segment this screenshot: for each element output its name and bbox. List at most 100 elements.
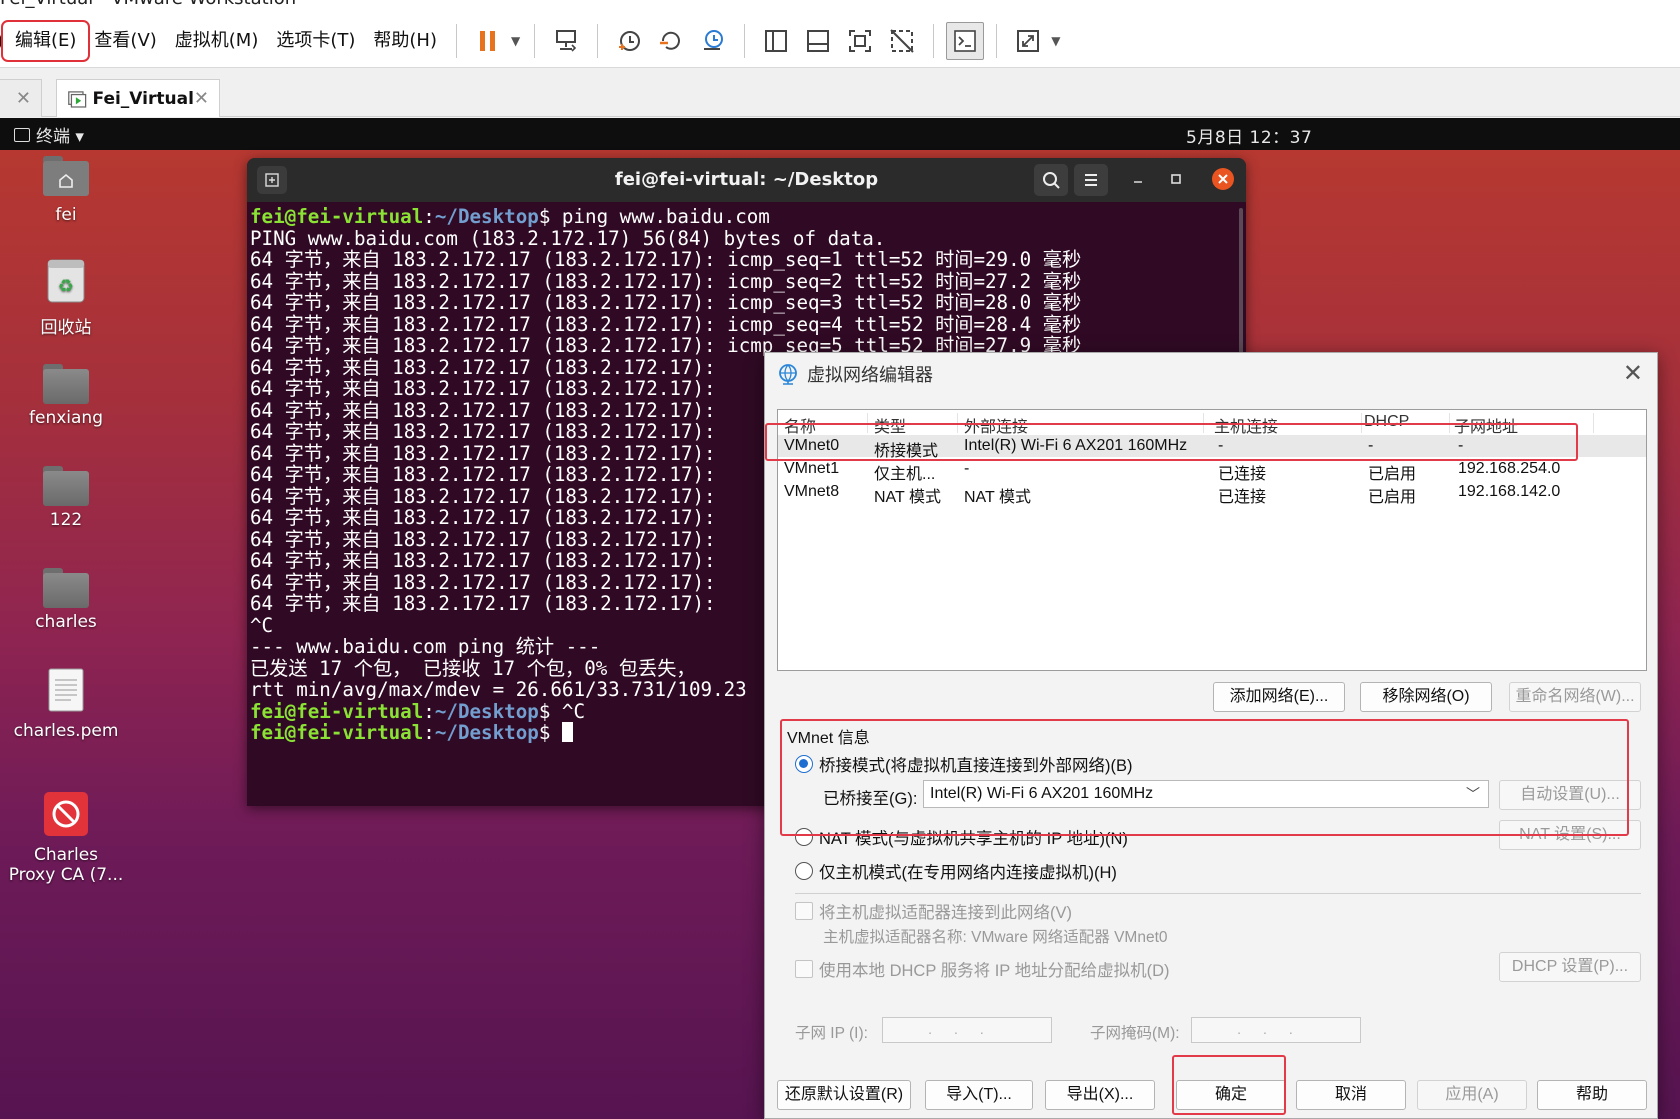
- tab-home[interactable]: ✕: [0, 79, 42, 117]
- dialog-close-icon[interactable]: ✕: [1623, 359, 1643, 388]
- menu-vm[interactable]: 虚拟机(M): [166, 25, 268, 57]
- close-button[interactable]: [1212, 168, 1234, 190]
- window-title: Fei_Virtual - VMware Workstation: [0, 0, 296, 9]
- suspend-dropdown-icon[interactable]: ▼: [511, 34, 520, 48]
- column-header[interactable]: DHCP: [1364, 413, 1450, 433]
- subnet-mask-input[interactable]: ...: [1191, 1017, 1361, 1043]
- export-button[interactable]: 导出(X)...: [1045, 1080, 1155, 1110]
- use-local-dhcp-checkbox[interactable]: 使用本地 DHCP 服务将 IP 地址分配给虚拟机(D): [795, 957, 1170, 981]
- restore-defaults-button[interactable]: 还原默认设置(R): [777, 1080, 911, 1110]
- host-only-mode-radio[interactable]: 仅主机模式(在专用网络内连接虚拟机)(H): [795, 859, 1117, 883]
- console-view-button[interactable]: [946, 21, 985, 60]
- desktop-icon-charles-proxy-ca[interactable]: Charles Proxy CA (7...: [6, 772, 126, 905]
- tab-label: Fei_Virtual: [92, 88, 194, 109]
- terminal-line: fei@fei-virtual:~/Desktop$ ping www.baid…: [250, 205, 770, 228]
- bridged-mode-radio[interactable]: 桥接模式(将虚拟机直接连接到外部网络)(B): [795, 752, 1132, 776]
- column-header[interactable]: 类型: [874, 413, 958, 436]
- desktop-icon-charles[interactable]: charles: [6, 568, 126, 632]
- hamburger-icon: [1085, 174, 1097, 186]
- desktop-icon-122[interactable]: 122: [6, 466, 126, 530]
- table-cell: 192.168.254.0: [1458, 460, 1561, 477]
- nat-mode-radio[interactable]: NAT 模式(与虚拟机共享主机的 IP 地址)(N): [795, 825, 1128, 849]
- ok-button[interactable]: 确定: [1176, 1080, 1286, 1110]
- vmware-tabbar: ✕ Fei_Virtual ✕: [0, 69, 1680, 117]
- pause-icon: [480, 30, 495, 51]
- menu-view[interactable]: 查看(V): [85, 25, 165, 57]
- table-cell: 已启用: [1368, 489, 1417, 506]
- thumbnail-layout-icon: [807, 29, 830, 52]
- show-thumbnail-button[interactable]: [799, 22, 837, 60]
- connect-host-adapter-checkbox[interactable]: 将主机虚拟适配器连接到此网络(V): [795, 899, 1072, 923]
- cancel-button[interactable]: 取消: [1296, 1080, 1406, 1110]
- maximize-button[interactable]: [1165, 168, 1187, 190]
- import-button[interactable]: 导入(T)...: [925, 1080, 1033, 1110]
- snapshot-manager-icon: [704, 29, 724, 50]
- bridged-to-select[interactable]: Intel(R) Wi-Fi 6 AX201 160MHz ﹀: [923, 780, 1489, 808]
- column-header[interactable]: 名称: [784, 413, 868, 436]
- table-header: 名称 类型 外部连接 主机连接 DHCP 子网地址: [778, 412, 1646, 436]
- toolbar-separator: [597, 23, 599, 58]
- revert-snapshot-button[interactable]: [652, 22, 690, 60]
- unity-off-icon: [890, 28, 914, 53]
- radio-label: NAT 模式(与虚拟机共享主机的 IP 地址)(N): [819, 830, 1128, 848]
- toolbar-separator: [996, 23, 998, 58]
- menu-edit[interactable]: 编辑(E): [0, 19, 91, 62]
- tab-fei-virtual[interactable]: Fei_Virtual ✕: [56, 79, 220, 117]
- svg-text:♻: ♻: [58, 276, 74, 297]
- unity-button[interactable]: [883, 22, 921, 60]
- app-menu[interactable]: 终端 ▾: [14, 122, 84, 147]
- radio-selected-icon: [795, 755, 813, 773]
- terminal-app-icon: [14, 127, 30, 142]
- column-header[interactable]: 外部连接: [964, 413, 1204, 436]
- menu-help[interactable]: 帮助(H): [364, 25, 446, 57]
- network-table[interactable]: 名称 类型 外部连接 主机连接 DHCP 子网地址 VMnet0 桥接模式 In…: [777, 409, 1647, 671]
- terminal-search-button[interactable]: [1034, 164, 1068, 196]
- minimize-button[interactable]: [1127, 168, 1149, 190]
- desktop-icon-label: Charles Proxy CA (7...: [8, 845, 124, 885]
- auto-settings-button[interactable]: 自动设置(U)...: [1499, 780, 1641, 810]
- apply-button[interactable]: 应用(A): [1417, 1080, 1527, 1110]
- tab-close-icon[interactable]: ✕: [194, 88, 209, 109]
- stretch-dropdown-icon[interactable]: ▼: [1051, 34, 1060, 48]
- subnet-ip-label: 子网 IP (I):: [795, 1025, 868, 1042]
- add-network-button[interactable]: 添加网络(E)...: [1213, 682, 1345, 712]
- send-ctrl-alt-del-button[interactable]: [547, 22, 585, 60]
- menu-tabs[interactable]: 选项卡(T): [267, 25, 364, 57]
- rename-network-button[interactable]: 重命名网络(W)...: [1509, 682, 1641, 712]
- radio-unselected-icon: [795, 828, 813, 846]
- subnet-ip-input[interactable]: ...: [882, 1017, 1052, 1043]
- show-library-button[interactable]: [757, 22, 795, 60]
- subnet-mask-label: 子网掩码(M):: [1090, 1025, 1180, 1042]
- clock[interactable]: 5月8日 12：37: [1186, 123, 1312, 148]
- table-cell: NAT 模式: [874, 489, 941, 506]
- column-header[interactable]: 主机连接: [1214, 413, 1362, 436]
- toolbar-separator: [456, 23, 457, 58]
- tab-home-close-icon[interactable]: ✕: [16, 88, 31, 109]
- select-value: Intel(R) Wi-Fi 6 AX201 160MHz: [930, 785, 1154, 802]
- chevron-down-icon: ﹀: [1466, 786, 1480, 802]
- nat-settings-button[interactable]: NAT 设置(S)...: [1499, 820, 1641, 850]
- desktop-icon-home[interactable]: fei: [6, 156, 126, 225]
- column-header[interactable]: 子网地址: [1454, 413, 1594, 436]
- snapshot-manager-button[interactable]: [694, 22, 732, 60]
- terminal-line: 64 字节，来自 183.2.172.17 (183.2.172.17): ic…: [250, 248, 1082, 271]
- table-row[interactable]: VMnet0 桥接模式 Intel(R) Wi-Fi 6 AX201 160MH…: [778, 435, 1646, 460]
- radio-label: 桥接模式(将虚拟机直接连接到外部网络)(B): [819, 757, 1133, 775]
- table-row[interactable]: VMnet1 仅主机... - 已连接 已启用 192.168.254.0: [778, 458, 1646, 483]
- snapshot-button[interactable]: [610, 22, 648, 60]
- terminal-menu-button[interactable]: [1074, 164, 1108, 196]
- desktop-icon-charles-pem[interactable]: charles.pem: [6, 668, 126, 741]
- remove-network-button[interactable]: 移除网络(O): [1360, 682, 1492, 712]
- suspend-button[interactable]: [469, 22, 507, 60]
- radio-unselected-icon: [795, 862, 813, 880]
- table-row[interactable]: VMnet8 NAT 模式 NAT 模式 已连接 已启用 192.168.142…: [778, 481, 1646, 506]
- stretch-button[interactable]: [1009, 22, 1047, 60]
- desktop-icon-trash[interactable]: ♻ 回收站: [6, 258, 126, 338]
- virtual-network-editor-dialog[interactable]: 虚拟网络编辑器 ✕ 名称 类型 外部连接 主机连接 DHCP 子网地址 VMne…: [764, 352, 1658, 1119]
- desktop-icon-fenxiang[interactable]: fenxiang: [6, 364, 126, 428]
- dialog-titlebar: 虚拟网络编辑器: [777, 361, 933, 387]
- help-button[interactable]: 帮助: [1537, 1080, 1647, 1110]
- dhcp-settings-button[interactable]: DHCP 设置(P)...: [1499, 952, 1641, 982]
- full-screen-button[interactable]: [841, 22, 879, 60]
- toolbar-separator: [744, 23, 746, 58]
